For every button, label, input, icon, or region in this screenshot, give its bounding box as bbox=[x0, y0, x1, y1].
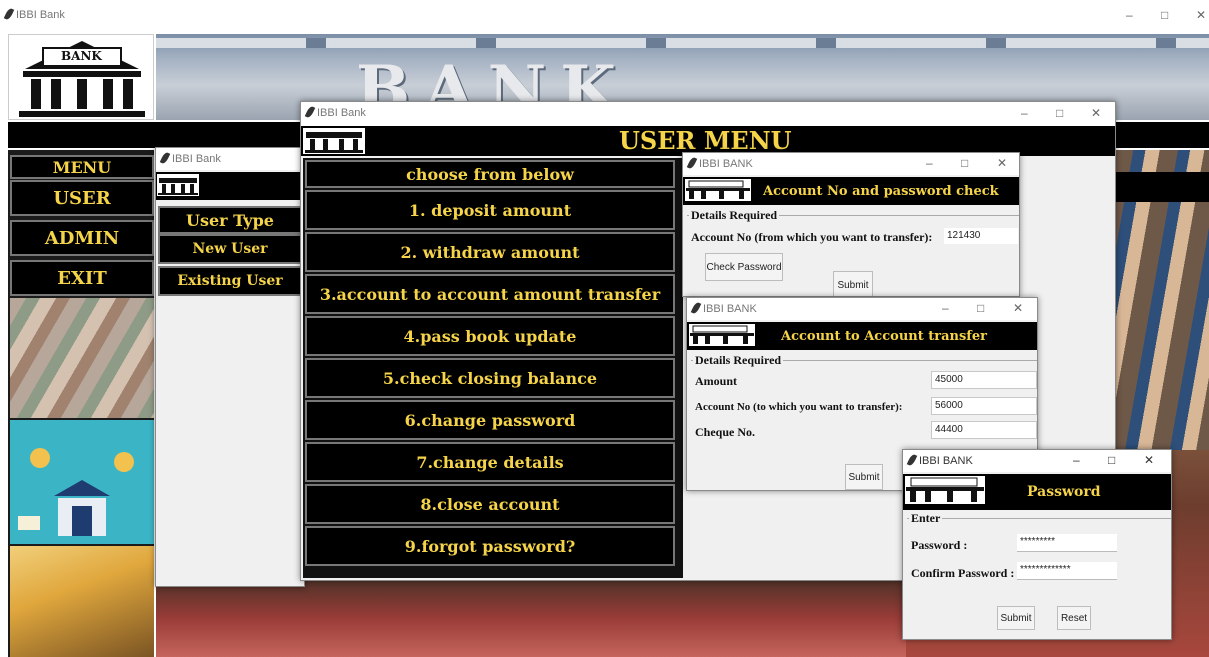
bank-building-icon bbox=[690, 325, 754, 344]
user-menu-title: IBBI Bank bbox=[317, 107, 366, 119]
details-group-label: Details Required bbox=[693, 353, 784, 368]
change-password-button[interactable]: 6.change password bbox=[305, 400, 675, 440]
maximize-button[interactable]: □ bbox=[1108, 453, 1115, 467]
to-account-label: Account No (to which you want to transfe… bbox=[695, 401, 903, 413]
cheque-label: Cheque No. bbox=[695, 425, 756, 439]
photo-top-bar bbox=[1115, 172, 1209, 202]
confirm-password-label: Confirm Password : bbox=[911, 566, 1015, 580]
reset-button[interactable]: Reset bbox=[1057, 606, 1091, 630]
minimize-button[interactable]: – bbox=[942, 301, 949, 315]
deposit-amount-button[interactable]: 1. deposit amount bbox=[305, 190, 675, 230]
minimize-button[interactable]: – bbox=[1073, 453, 1080, 467]
password-field[interactable]: ********* bbox=[1017, 534, 1117, 552]
password-label: Password : bbox=[911, 538, 968, 552]
account-check-logo bbox=[685, 179, 751, 201]
exit-menu-button[interactable]: EXIT bbox=[10, 260, 154, 296]
transfer-title: IBBI BANK bbox=[703, 303, 757, 315]
feather-icon bbox=[906, 453, 918, 467]
pass-book-update-button[interactable]: 4.pass book update bbox=[305, 316, 675, 356]
close-button[interactable]: ✕ bbox=[1144, 453, 1154, 467]
money-image bbox=[10, 298, 154, 418]
amount-label: Amount bbox=[695, 374, 738, 388]
minimize-button[interactable]: – bbox=[926, 156, 933, 170]
bank-logo: BANK bbox=[8, 34, 154, 120]
minimize-button[interactable]: – bbox=[1021, 106, 1028, 120]
enter-group bbox=[907, 518, 1171, 519]
savings-image bbox=[10, 546, 154, 657]
close-button[interactable]: ✕ bbox=[1013, 301, 1023, 315]
feather-icon bbox=[686, 156, 698, 170]
account-check-window: IBBI BANK – □ ✕ Account No and password … bbox=[682, 152, 1020, 297]
forgot-password-button[interactable]: 9.forgot password? bbox=[305, 526, 675, 566]
withdraw-amount-button[interactable]: 2. withdraw amount bbox=[305, 232, 675, 272]
bank-building-icon bbox=[686, 180, 750, 199]
transfer-titlebar[interactable]: IBBI BANK – □ ✕ bbox=[687, 298, 1037, 320]
bank-building-icon bbox=[158, 178, 198, 195]
check-password-button[interactable]: Check Password bbox=[705, 253, 783, 281]
transfer-heading: Account to Account transfer bbox=[781, 329, 988, 344]
close-button[interactable]: ✕ bbox=[997, 156, 1007, 170]
bank-illustration-image bbox=[10, 420, 154, 544]
user-type-title: IBBI Bank bbox=[172, 153, 221, 165]
admin-menu-button[interactable]: ADMIN bbox=[10, 220, 154, 256]
feather-icon bbox=[159, 151, 171, 165]
user-menu-titlebar[interactable]: IBBI Bank – □ ✕ bbox=[301, 102, 1115, 126]
submit-button[interactable]: Submit bbox=[845, 464, 883, 490]
menu-heading: MENU bbox=[10, 155, 154, 179]
password-heading: Password bbox=[1027, 484, 1101, 500]
maximize-button[interactable]: □ bbox=[1161, 8, 1168, 22]
password-titlebar[interactable]: IBBI BANK – □ ✕ bbox=[903, 450, 1171, 472]
account-transfer-button[interactable]: 3.account to account amount transfer bbox=[305, 274, 675, 314]
photo-counter bbox=[156, 580, 906, 657]
bank-building-icon bbox=[906, 477, 984, 502]
account-check-heading: Account No and password check bbox=[763, 184, 999, 199]
logo-text: BANK bbox=[61, 49, 102, 63]
maximize-button[interactable]: □ bbox=[977, 301, 984, 315]
choose-from-below-heading: choose from below bbox=[305, 160, 675, 188]
user-type-titlebar[interactable]: IBBI Bank bbox=[156, 148, 304, 170]
new-user-button[interactable]: New User bbox=[158, 234, 302, 264]
user-type-window: IBBI Bank User Type New User Existing Us… bbox=[155, 147, 305, 587]
maximize-button[interactable]: □ bbox=[961, 156, 968, 170]
close-button[interactable]: ✕ bbox=[1091, 106, 1101, 120]
banner-stripe bbox=[156, 38, 1209, 48]
submit-button[interactable]: Submit bbox=[833, 271, 873, 296]
feather-icon bbox=[3, 7, 15, 21]
minimize-button[interactable]: – bbox=[1126, 8, 1133, 22]
bank-building-icon bbox=[305, 132, 363, 153]
enter-group-label: Enter bbox=[909, 511, 943, 526]
amount-field[interactable]: 45000 bbox=[931, 371, 1037, 389]
transfer-logo bbox=[689, 324, 755, 346]
change-details-button[interactable]: 7.change details bbox=[305, 442, 675, 482]
user-type-heading: User Type bbox=[158, 206, 302, 234]
close-account-button[interactable]: 8.close account bbox=[305, 484, 675, 524]
existing-user-button[interactable]: Existing User bbox=[158, 266, 302, 296]
account-check-titlebar[interactable]: IBBI BANK – □ ✕ bbox=[683, 153, 1019, 175]
submit-button[interactable]: Submit bbox=[997, 606, 1035, 630]
details-group-label: Details Required bbox=[689, 208, 780, 223]
bank-illustration-icon bbox=[18, 448, 134, 536]
password-title: IBBI BANK bbox=[919, 455, 973, 467]
user-type-logo bbox=[157, 174, 199, 196]
main-title: IBBI Bank bbox=[16, 9, 65, 21]
account-from-label: Account No (from which you want to trans… bbox=[691, 230, 933, 244]
bank-building-icon bbox=[19, 41, 145, 117]
maximize-button[interactable]: □ bbox=[1056, 106, 1063, 120]
feather-icon bbox=[304, 105, 316, 119]
confirm-password-field[interactable]: ************* bbox=[1017, 562, 1117, 580]
user-menu-button[interactable]: USER bbox=[10, 180, 154, 216]
to-account-field[interactable]: 56000 bbox=[931, 397, 1037, 415]
password-logo bbox=[905, 476, 985, 504]
account-from-field[interactable]: 121430 bbox=[943, 227, 1019, 245]
close-button[interactable]: ✕ bbox=[1196, 8, 1206, 22]
account-check-title: IBBI BANK bbox=[699, 158, 753, 170]
user-menu-heading: USER MENU bbox=[619, 126, 792, 155]
feather-icon bbox=[690, 301, 702, 315]
cheque-field[interactable]: 44400 bbox=[931, 421, 1037, 439]
user-menu-logo bbox=[303, 128, 365, 154]
password-window: IBBI BANK – □ ✕ Password Enter Password … bbox=[902, 449, 1172, 640]
main-titlebar[interactable]: IBBI Bank – □ ✕ bbox=[0, 0, 1209, 28]
check-closing-balance-button[interactable]: 5.check closing balance bbox=[305, 358, 675, 398]
